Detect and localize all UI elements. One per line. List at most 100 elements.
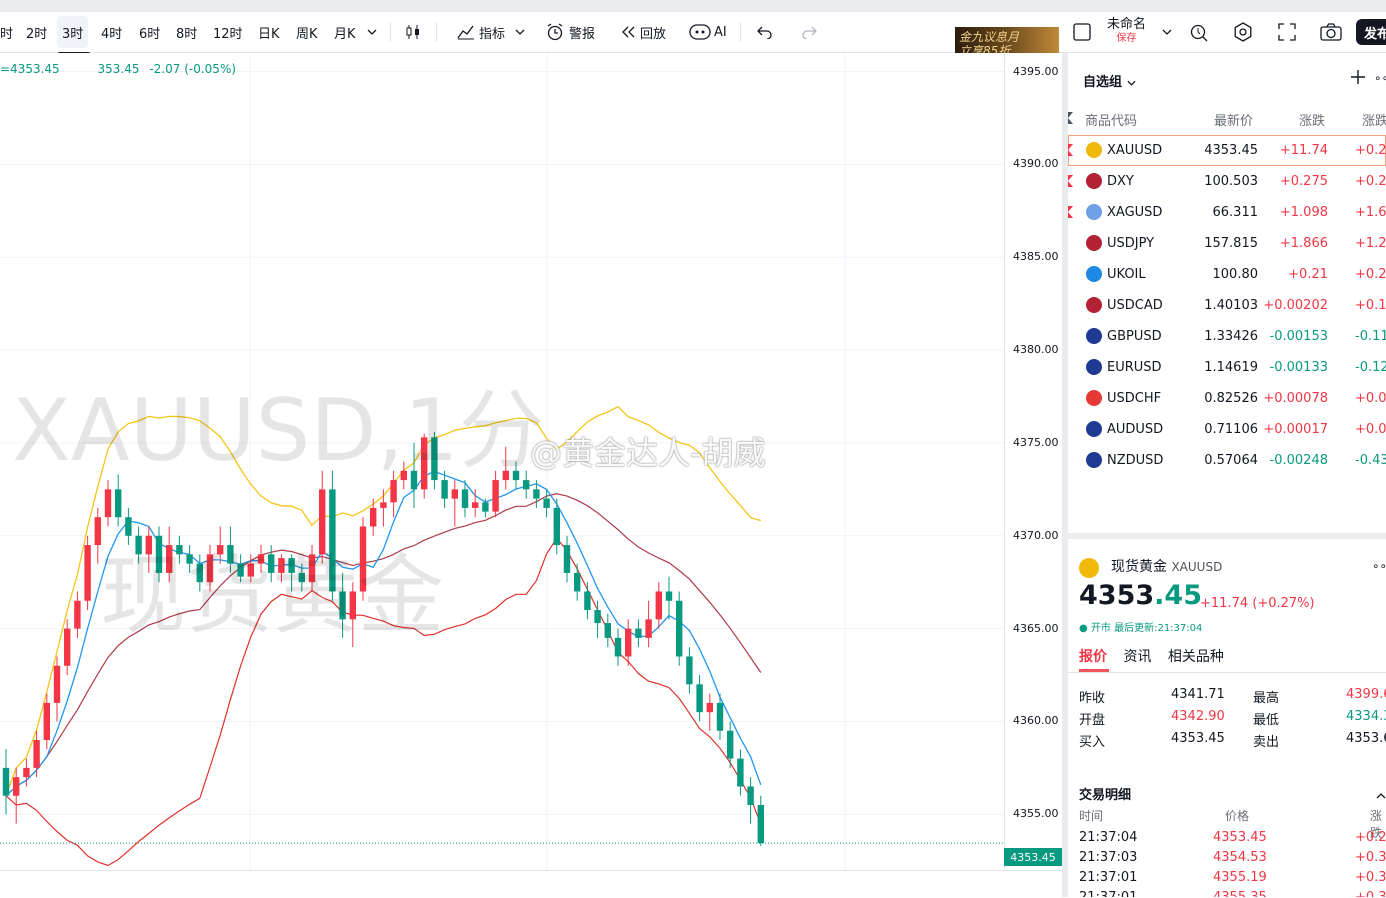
layout-name[interactable]: 未命名 保存 [1107, 12, 1146, 52]
symbol-logo-icon [1086, 421, 1102, 437]
price-change: +11.74 (+0.27%) [1200, 596, 1315, 611]
watchlist-row-usdcad[interactable]: USDCAD 1.40103 +0.00202 +0.14 [1068, 290, 1386, 321]
tab-quote[interactable]: 报价 [1079, 649, 1107, 665]
candle-body [43, 702, 50, 741]
add-symbol-icon[interactable] [1350, 69, 1366, 89]
detail-more-icon[interactable]: ∘∘ [1372, 559, 1386, 573]
watchlist-row-dxy[interactable]: DXY 100.503 +0.275 +0.27 [1068, 166, 1386, 197]
quote-value: 4399.6 [1346, 687, 1386, 702]
tab-related[interactable]: 相关品种 [1168, 649, 1224, 665]
ai-icon [689, 24, 711, 40]
trade-chg: +0.31 [1355, 870, 1386, 885]
candle-body [74, 600, 81, 629]
watchlist-change-pct: +0.09 [1355, 391, 1386, 406]
trade-price: 4355.35 [1213, 890, 1267, 897]
interval-4h[interactable]: 4时 [101, 12, 122, 52]
indicators-button[interactable]: 指标 [456, 12, 525, 52]
camera-icon[interactable] [1319, 12, 1343, 52]
last-price: 4353.45 [1079, 580, 1202, 611]
watchlist-row-usdjpy[interactable]: USDJPY 157.815 +1.866 +1.20 [1068, 228, 1386, 259]
col-change[interactable]: 涨跌 [1299, 110, 1325, 129]
watchlist-last: 1.40103 [1204, 298, 1258, 313]
watchlist-last: 0.82526 [1204, 391, 1258, 406]
settings-gear-icon[interactable] [1232, 12, 1254, 52]
watchlist-last: 100.503 [1204, 174, 1258, 189]
watchlist-row-xagusd[interactable]: XAGUSD 66.311 +1.098 +1.68 [1068, 197, 1386, 228]
watchlist-change-pct: +0.27 [1355, 174, 1386, 189]
publish-button[interactable]: 发布 [1356, 19, 1386, 45]
symbol-logo-icon [1086, 173, 1102, 189]
symbol-logo-icon [1086, 452, 1102, 468]
symbol-watermark: XAUUSD,1分 [12, 381, 545, 481]
watchlist-change-pct: -0.11 [1355, 329, 1386, 344]
flag-icon[interactable] [1068, 144, 1073, 156]
interval-chevron-down-icon[interactable] [367, 12, 377, 52]
col-last[interactable]: 最新价 [1214, 110, 1253, 129]
interval-day[interactable]: 日K [258, 12, 280, 52]
col-symbol[interactable]: 商品代码 [1085, 110, 1137, 129]
watchlist-title[interactable]: 自选组 [1083, 71, 1136, 90]
interval-1h[interactable]: 时 [0, 12, 13, 52]
interval-3h[interactable]: 3时 [57, 16, 89, 48]
watchlist-row-gbpusd[interactable]: GBPUSD 1.33426 -0.00153 -0.11 [1068, 321, 1386, 352]
more-options-icon[interactable]: ∘∘ [1374, 71, 1386, 85]
interval-6h[interactable]: 6时 [139, 12, 160, 52]
price-tick: 4365.00 [1013, 621, 1059, 635]
watchlist-symbol: DXY [1107, 174, 1134, 189]
flag-icon[interactable] [1068, 206, 1073, 218]
candle-body [23, 767, 30, 778]
col-change-pct[interactable]: 涨跌 [1362, 110, 1386, 129]
candle-body [2, 767, 10, 796]
trade-time: 21:37:01 [1079, 870, 1138, 885]
time-axis[interactable] [0, 870, 1062, 898]
flag-header-icon[interactable] [1068, 112, 1073, 124]
watchlist-row-audusd[interactable]: AUDUSD 0.71106 +0.00017 +0.02 [1068, 414, 1386, 445]
layout-checkbox-icon[interactable] [1072, 12, 1092, 52]
candle-body [472, 502, 479, 508]
flag-icon[interactable] [1068, 175, 1073, 187]
watchlist-row-nzdusd[interactable]: NZDUSD 0.57064 -0.00248 -0.43 [1068, 445, 1386, 476]
candle-body [104, 489, 112, 518]
symbol-logo-icon [1086, 266, 1102, 282]
watchlist-symbol: GBPUSD [1107, 329, 1162, 344]
interval-2h[interactable]: 2时 [26, 12, 47, 52]
quote-value: 4342.90 [1171, 709, 1225, 724]
watchlist-row-xauusd[interactable]: XAUUSD 4353.45 +11.74 +0.27 [1068, 135, 1386, 166]
quote-label: 开盘 [1079, 713, 1106, 728]
replay-button[interactable]: 回放 [620, 12, 666, 52]
watchlist-last: 66.311 [1212, 205, 1259, 220]
undo-icon[interactable] [756, 12, 774, 52]
layout-chevron-down-icon[interactable] [1162, 12, 1172, 52]
trade-time: 21:37:03 [1079, 850, 1138, 865]
rewind-icon [622, 26, 635, 38]
symbol-logo-icon [1086, 204, 1102, 220]
trade-chg: +0.30 [1355, 850, 1386, 865]
candle-type-icon[interactable] [404, 12, 422, 52]
quote-label: 昨收 [1079, 691, 1106, 706]
tab-news[interactable]: 资讯 [1123, 649, 1151, 665]
weibo-watermark: @黄金达人-胡威 [530, 434, 766, 472]
alert-button[interactable]: 警报 [545, 12, 595, 52]
candle-body [380, 502, 387, 508]
ai-button[interactable]: AI [688, 12, 727, 52]
candle-body [757, 805, 764, 844]
watchlist-change: +0.00202 [1263, 298, 1328, 313]
interval-week[interactable]: 周K [296, 12, 318, 52]
interval-12h[interactable]: 12时 [213, 12, 243, 52]
redo-icon[interactable] [800, 12, 818, 52]
candle-body [737, 758, 744, 787]
watchlist-row-eurusd[interactable]: EURUSD 1.14619 -0.00133 -0.12 [1068, 352, 1386, 383]
tabs-baseline [1068, 672, 1386, 673]
trade-col-price: 价格 [1225, 809, 1250, 823]
quick-search-icon[interactable] [1188, 12, 1210, 52]
candle-body [696, 684, 703, 713]
watchlist-row-usdchf[interactable]: USDCHF 0.82526 +0.00078 +0.09 [1068, 383, 1386, 414]
interval-8h[interactable]: 8时 [176, 12, 197, 52]
quote-label: 卖出 [1253, 735, 1280, 750]
fullscreen-icon[interactable] [1277, 12, 1297, 52]
trades-collapse-icon[interactable] [1376, 784, 1386, 803]
interval-month[interactable]: 月K [334, 12, 356, 52]
price-axis[interactable]: 4395.00 4390.00 4385.00 4380.00 4375.00 4370.… [1004, 53, 1063, 870]
watchlist-last: 1.33426 [1204, 329, 1258, 344]
watchlist-row-ukoil[interactable]: UKOIL 100.80 +0.21 +0.21 [1068, 259, 1386, 290]
